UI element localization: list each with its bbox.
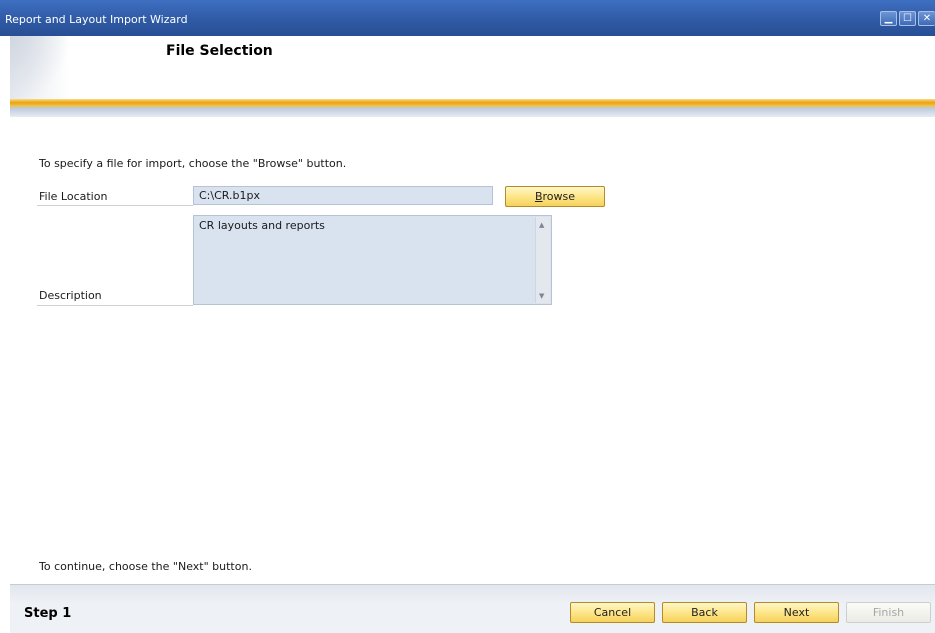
scroll-down-icon[interactable]: ▼ (539, 292, 544, 300)
file-location-field[interactable]: C:\CR.b1px (193, 186, 493, 205)
continue-hint: To continue, choose the "Next" button. (39, 560, 252, 573)
window-titlebar[interactable]: Report and Layout Import Wizard ▁ ☐ ✕ (0, 0, 935, 36)
header-divider (10, 107, 935, 117)
window-frame-left (0, 36, 10, 632)
next-button[interactable]: Next (754, 602, 839, 623)
window-frame-right (930, 36, 935, 632)
window-title: Report and Layout Import Wizard (5, 13, 188, 26)
instruction-text: To specify a file for import, choose the… (39, 157, 347, 170)
page-title: File Selection (166, 43, 273, 59)
header-accent-band (10, 99, 935, 107)
description-label: Description (39, 289, 102, 302)
description-field[interactable]: CR layouts and reports ▲ ▼ (193, 215, 552, 305)
scroll-up-icon[interactable]: ▲ (539, 221, 544, 229)
description-scrollbar[interactable]: ▲ ▼ (535, 217, 550, 303)
wizard-header: File Selection (10, 36, 935, 106)
back-button[interactable]: Back (662, 602, 747, 623)
cancel-button[interactable]: Cancel (570, 602, 655, 623)
description-underline (37, 305, 193, 306)
browse-button[interactable]: Browse (505, 186, 605, 207)
file-location-underline (37, 205, 193, 206)
close-icon[interactable]: ✕ (918, 11, 935, 26)
file-location-label: File Location (39, 190, 108, 203)
browse-mnemonic: B (534, 190, 543, 203)
step-indicator: Step 1 (24, 606, 72, 621)
header-decoration (10, 36, 70, 104)
finish-button[interactable]: Finish (846, 602, 931, 623)
minimize-icon[interactable]: ▁ (880, 11, 897, 26)
description-text: CR layouts and reports (199, 219, 325, 232)
browse-label: rowse (542, 190, 576, 203)
maximize-icon[interactable]: ☐ (899, 11, 916, 26)
